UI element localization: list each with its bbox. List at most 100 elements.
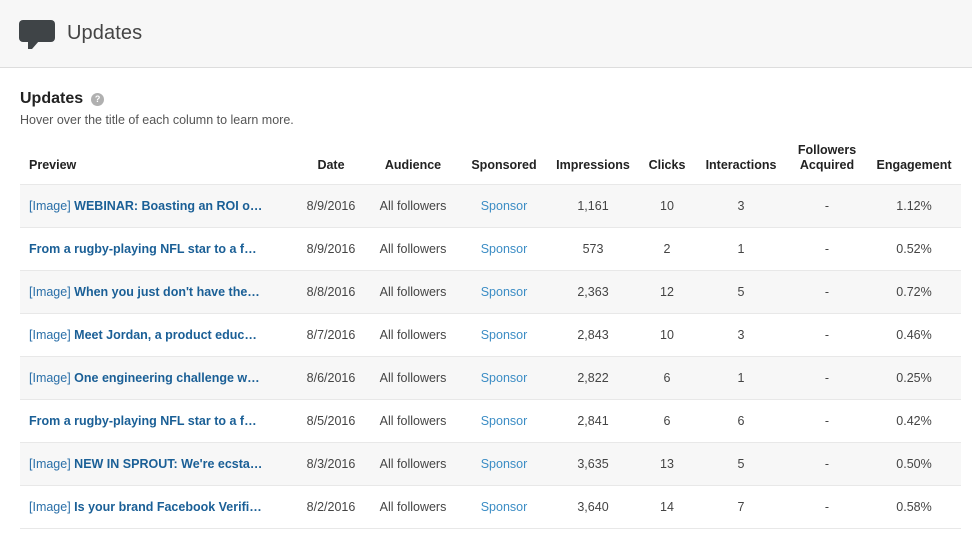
preview-title: When you just don't have the…	[74, 285, 260, 299]
cell-engagement: 0.42%	[867, 400, 961, 443]
preview-link[interactable]: [Image] One engineering challenge w…	[29, 371, 260, 385]
preview-title: WEBINAR: Boasting an ROI o…	[74, 199, 262, 213]
column-header-followers-acquired[interactable]: Followers Acquired	[787, 143, 867, 185]
cell-audience: All followers	[365, 357, 461, 400]
help-icon[interactable]: ?	[91, 93, 104, 106]
cell-interactions: 3	[695, 314, 787, 357]
cell-interactions: 5	[695, 271, 787, 314]
cell-audience: All followers	[365, 400, 461, 443]
cell-clicks: 6	[639, 357, 695, 400]
table-row: From a rugby-playing NFL star to a f… 8/9…	[20, 228, 961, 271]
preview-image-tag: [Image]	[29, 500, 71, 514]
preview-title: Is your brand Facebook Verifi…	[74, 500, 262, 514]
cell-preview: [Image] Meet Jordan, a product educ…	[20, 314, 297, 357]
cell-sponsored: Sponsor	[461, 314, 547, 357]
preview-title: From a rugby-playing NFL star to a f…	[29, 414, 257, 428]
column-header-followers-line1: Followers	[798, 143, 856, 157]
column-header-engagement[interactable]: Engagement	[867, 143, 961, 185]
cell-followers-acquired: -	[787, 357, 867, 400]
cell-impressions: 2,363	[547, 271, 639, 314]
cell-preview: [Image] Is your brand Facebook Verifi…	[20, 486, 297, 529]
cell-date: 8/5/2016	[297, 400, 365, 443]
preview-title: One engineering challenge w…	[74, 371, 259, 385]
column-header-audience[interactable]: Audience	[365, 143, 461, 185]
cell-preview: [Image] WEBINAR: Boasting an ROI o…	[20, 185, 297, 228]
column-header-sponsored[interactable]: Sponsored	[461, 143, 547, 185]
preview-link[interactable]: From a rugby-playing NFL star to a f…	[29, 242, 257, 256]
cell-audience: All followers	[365, 228, 461, 271]
preview-link[interactable]: [Image] Meet Jordan, a product educ…	[29, 328, 257, 342]
preview-image-tag: [Image]	[29, 371, 71, 385]
cell-audience: All followers	[365, 486, 461, 529]
speech-bubble-body	[19, 20, 55, 42]
preview-link[interactable]: [Image] NEW IN SPROUT: We're ecsta…	[29, 457, 262, 471]
cell-audience: All followers	[365, 271, 461, 314]
cell-preview: [Image] When you just don't have the…	[20, 271, 297, 314]
table-row: [Image] Meet Jordan, a product educ… 8/7/…	[20, 314, 961, 357]
column-header-date[interactable]: Date	[297, 143, 365, 185]
cell-preview: From a rugby-playing NFL star to a f…	[20, 228, 297, 271]
cell-followers-acquired: -	[787, 185, 867, 228]
cell-interactions: 5	[695, 443, 787, 486]
cell-clicks: 10	[639, 314, 695, 357]
section-subtitle: Hover over the title of each column to l…	[20, 113, 952, 127]
cell-followers-acquired: -	[787, 443, 867, 486]
page-body: Updates ? Hover over the title of each c…	[0, 68, 972, 529]
cell-sponsored: Sponsor	[461, 271, 547, 314]
app-header-title: Updates	[67, 22, 142, 45]
cell-followers-acquired: -	[787, 314, 867, 357]
preview-link[interactable]: [Image] Is your brand Facebook Verifi…	[29, 500, 262, 514]
column-header-clicks[interactable]: Clicks	[639, 143, 695, 185]
sponsor-link[interactable]: Sponsor	[481, 242, 528, 256]
cell-impressions: 1,161	[547, 185, 639, 228]
cell-sponsored: Sponsor	[461, 185, 547, 228]
cell-clicks: 14	[639, 486, 695, 529]
cell-clicks: 2	[639, 228, 695, 271]
column-header-preview[interactable]: Preview	[20, 143, 297, 185]
cell-preview: [Image] NEW IN SPROUT: We're ecsta…	[20, 443, 297, 486]
cell-interactions: 3	[695, 185, 787, 228]
cell-preview: From a rugby-playing NFL star to a f…	[20, 400, 297, 443]
table-row: [Image] When you just don't have the…8/8…	[20, 271, 961, 314]
cell-sponsored: Sponsor	[461, 400, 547, 443]
cell-date: 8/9/2016	[297, 228, 365, 271]
cell-engagement: 1.12%	[867, 185, 961, 228]
cell-engagement: 0.58%	[867, 486, 961, 529]
sponsor-link[interactable]: Sponsor	[481, 500, 528, 514]
cell-impressions: 2,841	[547, 400, 639, 443]
table-row: [Image] Is your brand Facebook Verifi…8/…	[20, 486, 961, 529]
section-header: Updates ?	[20, 90, 952, 108]
sponsor-link[interactable]: Sponsor	[481, 199, 528, 213]
preview-link[interactable]: [Image] WEBINAR: Boasting an ROI o…	[29, 199, 262, 213]
cell-engagement: 0.46%	[867, 314, 961, 357]
cell-date: 8/7/2016	[297, 314, 365, 357]
cell-impressions: 3,635	[547, 443, 639, 486]
cell-date: 8/3/2016	[297, 443, 365, 486]
cell-engagement: 0.50%	[867, 443, 961, 486]
cell-preview: [Image] One engineering challenge w…	[20, 357, 297, 400]
column-header-followers-line2: Acquired	[800, 158, 854, 172]
sponsor-link[interactable]: Sponsor	[481, 414, 528, 428]
preview-link[interactable]: From a rugby-playing NFL star to a f…	[29, 414, 257, 428]
cell-sponsored: Sponsor	[461, 486, 547, 529]
page-title: Updates	[20, 90, 83, 108]
cell-engagement: 0.25%	[867, 357, 961, 400]
cell-impressions: 2,843	[547, 314, 639, 357]
preview-image-tag: [Image]	[29, 199, 71, 213]
speech-bubble-icon	[19, 20, 55, 48]
sponsor-link[interactable]: Sponsor	[481, 285, 528, 299]
sponsor-link[interactable]: Sponsor	[481, 457, 528, 471]
column-header-interactions[interactable]: Interactions	[695, 143, 787, 185]
cell-clicks: 10	[639, 185, 695, 228]
cell-followers-acquired: -	[787, 400, 867, 443]
cell-impressions: 573	[547, 228, 639, 271]
updates-table: Preview Date Audience Sponsored Impressi…	[20, 143, 961, 529]
table-header-row: Preview Date Audience Sponsored Impressi…	[20, 143, 961, 185]
preview-link[interactable]: [Image] When you just don't have the…	[29, 285, 260, 299]
cell-followers-acquired: -	[787, 228, 867, 271]
table-header: Preview Date Audience Sponsored Impressi…	[20, 143, 961, 185]
column-header-impressions[interactable]: Impressions	[547, 143, 639, 185]
cell-interactions: 6	[695, 400, 787, 443]
sponsor-link[interactable]: Sponsor	[481, 328, 528, 342]
sponsor-link[interactable]: Sponsor	[481, 371, 528, 385]
